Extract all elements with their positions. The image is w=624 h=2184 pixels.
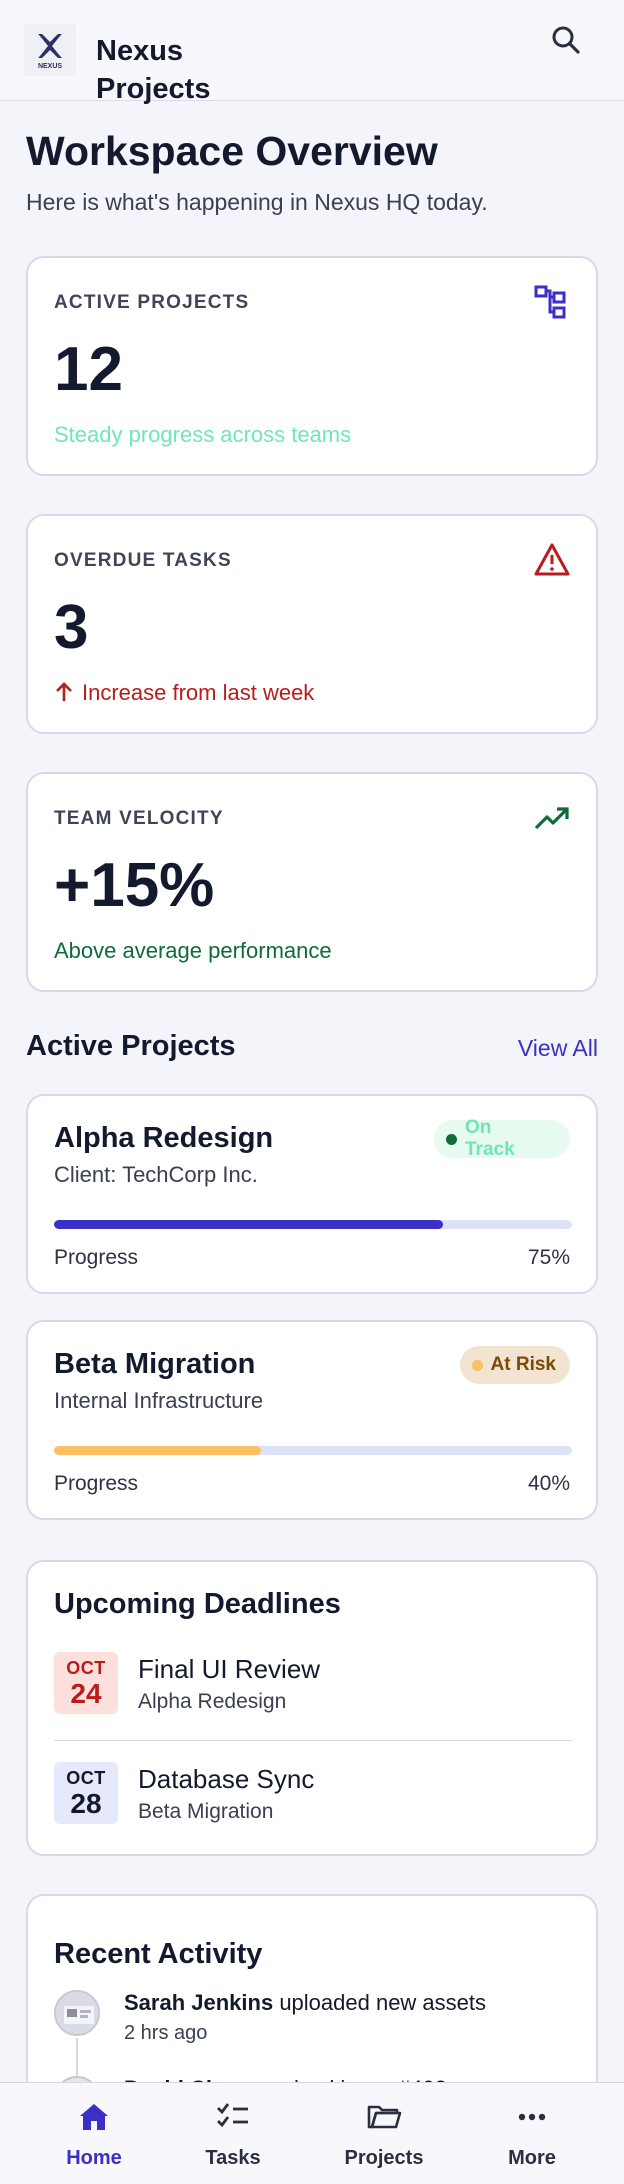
page-subtitle: Here is what's happening in Nexus HQ tod… (26, 189, 488, 215)
activity-text: Sarah Jenkins uploaded new assets (124, 1990, 486, 2016)
avatar-image-icon (56, 1992, 98, 2034)
stat-label: TEAM VELOCITY (54, 808, 224, 829)
stat-label: OVERDUE TASKS (54, 550, 232, 571)
checklist-icon (217, 2103, 248, 2128)
activity-action: uploaded new assets (279, 1990, 487, 2015)
date-day: 28 (70, 1788, 102, 1819)
divider (54, 1740, 572, 1741)
date-badge: OCT 24 (54, 1652, 118, 1714)
activity-title: Recent Activity (54, 1938, 263, 1970)
deadline-name: Database Sync (138, 1764, 315, 1794)
nav-item-projects[interactable]: Projects (306, 2083, 462, 2184)
progress-fill (54, 1446, 262, 1455)
stat-label: ACTIVE PROJECTS (54, 292, 250, 313)
app-header: NEXUS Nexus Projects (0, 0, 624, 105)
date-day: 24 (70, 1678, 102, 1709)
stat-card-active-projects[interactable]: ACTIVE PROJECTS 12 Steady progress acros… (26, 256, 598, 476)
stat-note-row: Increase from last week (54, 680, 314, 706)
project-name: Beta Migration (54, 1348, 256, 1380)
logo-mark-icon: NEXUS (24, 24, 76, 76)
progress-label: Progress (54, 1246, 139, 1269)
project-client: Client: TechCorp Inc. (54, 1162, 258, 1187)
date-month: OCT (66, 1658, 106, 1678)
project-name: Alpha Redesign (54, 1122, 274, 1154)
status-label: On Track (465, 1117, 515, 1160)
date-badge: OCT 28 (54, 1762, 118, 1824)
progress-fill (54, 1220, 443, 1229)
svg-text:NEXUS: NEXUS (38, 63, 62, 70)
progress-bar (54, 1220, 572, 1229)
nav-label: More (508, 2147, 556, 2169)
timeline-line (76, 2038, 78, 2078)
activity-time: 2 hrs ago (124, 2022, 208, 2044)
nav-item-home[interactable]: Home (16, 2083, 172, 2184)
stat-value: +15% (54, 851, 215, 920)
arrow-up-icon (56, 682, 72, 701)
nav-label: Projects (344, 2147, 424, 2169)
progress-label: Progress (54, 1472, 139, 1495)
progress-value: 75% (527, 1246, 570, 1269)
page-title: Workspace Overview (26, 128, 438, 174)
home-icon (80, 2104, 108, 2130)
app-name: Nexus Projects (96, 35, 211, 105)
trending-up-icon (534, 807, 569, 830)
stat-note: Increase from last week (82, 680, 315, 705)
search-icon (552, 26, 580, 54)
status-badge: At Risk (459, 1346, 570, 1384)
project-card-alpha[interactable]: Alpha Redesign Client: TechCorp Inc. On … (26, 1094, 598, 1294)
stat-value: 3 (54, 593, 89, 662)
project-client: Internal Infrastructure (54, 1388, 264, 1413)
deadline-project: Alpha Redesign (138, 1690, 287, 1713)
deadline-name: Final UI Review (138, 1654, 321, 1684)
nav-item-tasks[interactable]: Tasks (155, 2083, 311, 2184)
status-dot (446, 1133, 457, 1145)
status-label: At Risk (490, 1354, 556, 1375)
folder-icon (367, 2105, 402, 2129)
more-icon (518, 2113, 546, 2121)
progress-value: 40% (527, 1472, 570, 1495)
stat-note: Steady progress across teams (54, 422, 352, 447)
view-all-link[interactable]: View All (518, 1035, 598, 1062)
stat-value: 12 (54, 335, 123, 404)
date-month: OCT (66, 1768, 106, 1788)
stat-note: Above average performance (54, 938, 332, 963)
stat-card-overdue-tasks[interactable]: OVERDUE TASKS 3 Increase from last week (26, 514, 598, 734)
status-dot (471, 1359, 483, 1371)
hierarchy-icon (534, 285, 566, 319)
bottom-nav: Home Tasks Projects More (0, 2082, 624, 2184)
nexus-logo[interactable]: NEXUS (24, 24, 76, 76)
status-badge: On Track (434, 1117, 570, 1160)
search-button[interactable] (546, 20, 586, 60)
deadline-item[interactable]: OCT 28 Database Sync Beta Migration (54, 1762, 572, 1858)
avatar[interactable] (54, 1990, 100, 2036)
nav-label: Home (66, 2147, 122, 2169)
progress-bar (54, 1446, 572, 1455)
nav-label: Tasks (205, 2147, 261, 2169)
nav-item-more[interactable]: More (454, 2083, 610, 2184)
activity-user: Sarah Jenkins (124, 1990, 274, 2015)
deadlines-title: Upcoming Deadlines (54, 1588, 341, 1620)
section-title-active-projects: Active Projects (26, 1030, 236, 1062)
deadlines-card: Upcoming Deadlines OCT 24 Final UI Revie… (26, 1560, 598, 1856)
stat-card-team-velocity[interactable]: TEAM VELOCITY +15% Above average perform… (26, 772, 598, 992)
deadline-item[interactable]: OCT 24 Final UI Review Alpha Redesign (54, 1652, 572, 1748)
deadline-project: Beta Migration (138, 1800, 274, 1823)
warning-icon (534, 543, 570, 576)
project-card-beta[interactable]: Beta Migration Internal Infrastructure A… (26, 1320, 598, 1520)
